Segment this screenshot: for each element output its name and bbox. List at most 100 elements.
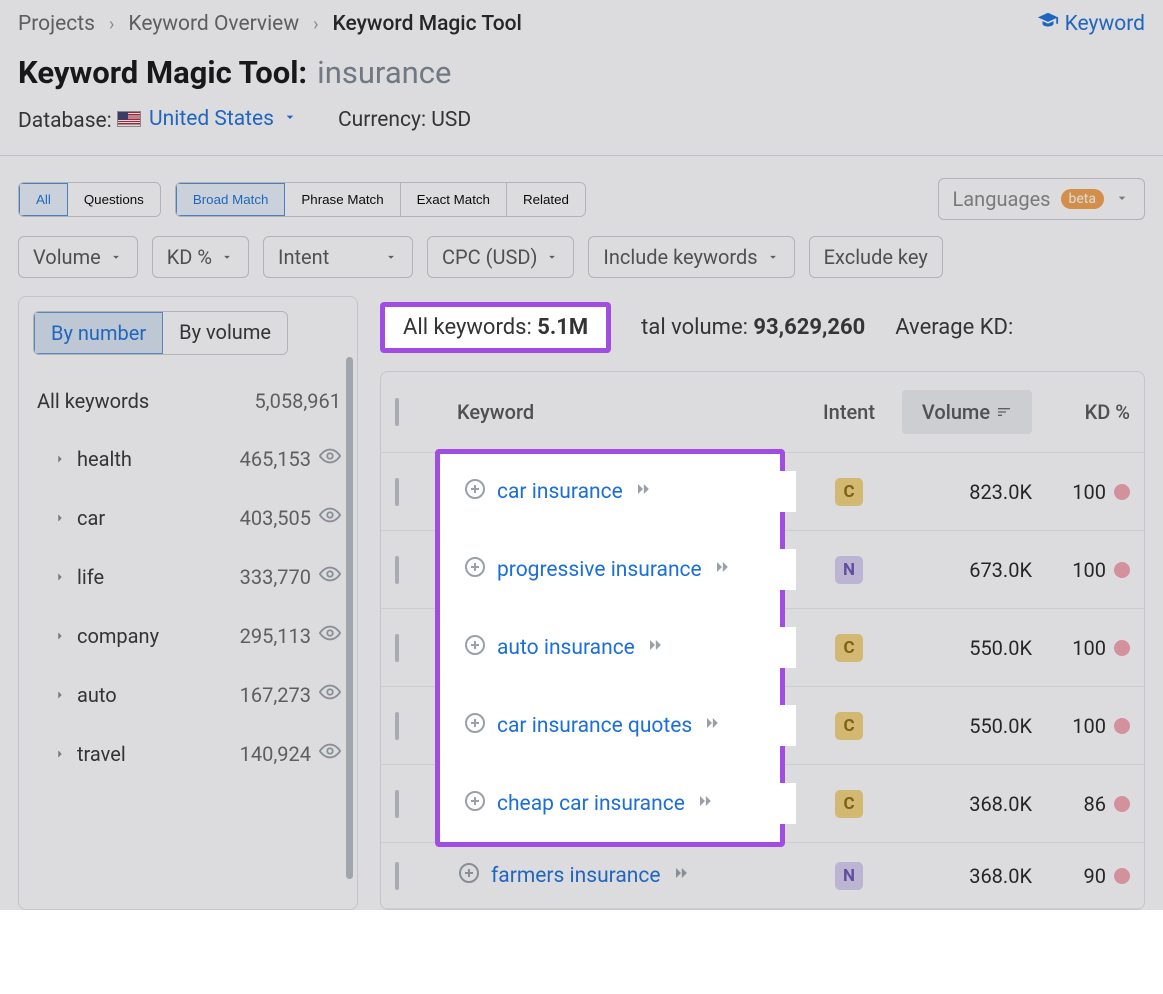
keyword-cell: auto insurance [457, 627, 796, 668]
sidebar-group[interactable]: auto 167,273 [33, 665, 357, 724]
add-icon[interactable] [463, 633, 487, 662]
keywords-table: Keyword Intent Volume KD % car insurance [380, 371, 1145, 910]
col-keyword[interactable]: Keyword [457, 400, 796, 424]
chevron-down-icon [384, 250, 398, 264]
kd-filter[interactable]: KD % [152, 236, 249, 278]
row-checkbox[interactable] [395, 556, 399, 584]
col-intent[interactable]: Intent [804, 400, 894, 424]
select-all-checkbox[interactable] [395, 398, 399, 426]
match-scope-group: All Questions [18, 182, 161, 217]
tab-broad-match[interactable]: Broad Match [176, 183, 286, 216]
col-kd[interactable]: KD % [1040, 400, 1130, 424]
intent-badge: C [835, 478, 863, 506]
row-checkbox[interactable] [395, 790, 399, 818]
eye-icon[interactable] [319, 681, 341, 708]
eye-icon[interactable] [319, 504, 341, 531]
sidebar-group[interactable]: travel 140,924 [33, 724, 357, 783]
sort-by-volume[interactable]: By volume [163, 312, 287, 354]
eye-icon[interactable] [319, 563, 341, 590]
double-chevron-icon[interactable] [695, 791, 715, 816]
row-checkbox[interactable] [395, 862, 399, 890]
chevron-down-icon [220, 250, 234, 264]
add-icon[interactable] [463, 711, 487, 740]
group-count: 403,505 [240, 506, 311, 530]
table-row: cheap car insurance C 368.0K 86 [381, 765, 1144, 843]
group-label: company [77, 624, 159, 648]
volume-filter[interactable]: Volume [18, 236, 138, 278]
sidebar-group[interactable]: company 295,113 [33, 606, 357, 665]
sidebar-scrollbar[interactable] [346, 357, 353, 879]
group-label: car [77, 506, 105, 530]
sidebar-all-keywords[interactable]: All keywords 5,058,961 [33, 373, 357, 429]
cpc-filter[interactable]: CPC (USD) [427, 236, 574, 278]
include-keywords-filter[interactable]: Include keywords [588, 236, 794, 278]
row-checkbox[interactable] [395, 478, 399, 506]
add-icon[interactable] [463, 789, 487, 818]
keyword-link[interactable]: car insurance [497, 480, 623, 504]
intent-badge: C [835, 634, 863, 662]
sidebar-group[interactable]: car 403,505 [33, 488, 357, 547]
group-count: 333,770 [240, 565, 311, 589]
breadcrumb: Projects › Keyword Overview › Keyword Ma… [0, 0, 1163, 44]
tab-related[interactable]: Related [507, 183, 585, 216]
chevron-down-icon [545, 250, 559, 264]
table-row: auto insurance C 550.0K 100 [381, 609, 1144, 687]
chevron-right-icon [53, 565, 67, 589]
volume-value: 368.0K [902, 792, 1032, 816]
group-count: 295,113 [240, 624, 311, 648]
tab-exact-match[interactable]: Exact Match [401, 183, 507, 216]
keyword-groups-sidebar: By number By volume All keywords 5,058,9… [18, 296, 358, 910]
table-row: farmers insurance N 368.0K 90 [381, 843, 1144, 909]
double-chevron-icon[interactable] [645, 635, 665, 660]
sidebar-group[interactable]: life 333,770 [33, 547, 357, 606]
keyword-link[interactable]: auto insurance [497, 636, 635, 660]
breadcrumb-item[interactable]: Projects [18, 12, 95, 36]
keyword-link[interactable]: farmers insurance [491, 864, 661, 888]
eye-icon[interactable] [319, 740, 341, 767]
double-chevron-icon[interactable] [633, 479, 653, 504]
eye-icon[interactable] [319, 622, 341, 649]
chevron-down-icon [1114, 187, 1130, 211]
chevron-right-icon [53, 683, 67, 707]
tab-phrase-match[interactable]: Phrase Match [285, 183, 400, 216]
keyword-link[interactable]: cheap car insurance [497, 792, 685, 816]
keyword-cell: car insurance [457, 471, 796, 512]
sidebar-group[interactable]: health 465,153 [33, 429, 357, 488]
results-panel: All keywords: 5.1M tal volume: 93,629,26… [380, 296, 1145, 910]
difficulty-dot-icon [1114, 868, 1130, 884]
exclude-keywords-filter[interactable]: Exclude key [809, 236, 943, 278]
kd-value: 100 [1040, 714, 1130, 738]
double-chevron-icon[interactable] [712, 557, 732, 582]
meta-row: Database: United States Currency: USD [0, 97, 1163, 156]
volume-value: 550.0K [902, 714, 1032, 738]
filter-bar: All Questions Broad Match Phrase Match E… [0, 156, 1163, 236]
keyword-link[interactable]: progressive insurance [497, 558, 702, 582]
table-row: car insurance C 823.0K 100 [381, 453, 1144, 531]
intent-filter[interactable]: Intent [263, 236, 413, 278]
group-label: health [77, 447, 132, 471]
row-checkbox[interactable] [395, 634, 399, 662]
keyword-link[interactable]: car insurance quotes [497, 714, 692, 738]
eye-icon[interactable] [319, 445, 341, 472]
sort-by-number[interactable]: By number [34, 312, 163, 354]
help-link[interactable]: Keyword [1037, 10, 1145, 38]
database-selector[interactable]: Database: United States [18, 107, 298, 133]
intent-badge: N [835, 862, 863, 890]
sidebar-sort-toggle: By number By volume [33, 311, 288, 355]
chevron-down-icon [109, 250, 123, 264]
breadcrumb-item[interactable]: Keyword Overview [128, 12, 299, 36]
languages-dropdown[interactable]: Languages beta [938, 178, 1145, 220]
tab-all[interactable]: All [19, 183, 68, 216]
row-checkbox[interactable] [395, 712, 399, 740]
col-volume[interactable]: Volume [902, 390, 1032, 434]
double-chevron-icon[interactable] [702, 713, 722, 738]
all-keywords-summary: All keywords: 5.1M [380, 302, 611, 353]
add-icon[interactable] [463, 477, 487, 506]
add-icon[interactable] [463, 555, 487, 584]
summary-row: All keywords: 5.1M tal volume: 93,629,26… [380, 296, 1145, 371]
tab-questions[interactable]: Questions [68, 183, 160, 216]
group-label: auto [77, 683, 117, 707]
page-title: Keyword Magic Tool: [18, 54, 307, 91]
double-chevron-icon[interactable] [671, 863, 691, 888]
add-icon[interactable] [457, 861, 481, 890]
